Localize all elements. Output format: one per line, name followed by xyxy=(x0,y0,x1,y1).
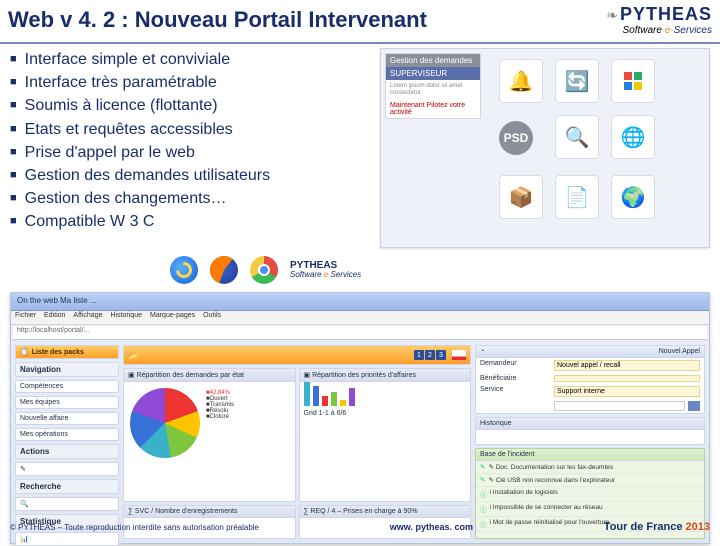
panel-header: ◔ Nouvel Appel xyxy=(476,346,704,358)
copyright: © PYTHEAS – Toute reproduction interdite… xyxy=(10,523,259,532)
sidebar-category: Actions xyxy=(15,444,119,459)
flag-fr-icon xyxy=(452,350,466,360)
note-icon: ✎ xyxy=(480,463,485,471)
card-header: ▣ Répartition des demandes par état xyxy=(124,369,295,382)
form-row: Bénéficiaire xyxy=(476,373,704,384)
panel-header: Historique xyxy=(476,418,704,430)
kb-item[interactable]: ⓘi Installation de logiciels xyxy=(476,487,704,502)
screenshot-dashboard: On the web Ma liste ... FichierEditionAf… xyxy=(10,292,710,544)
doc-icon: 📄 xyxy=(555,175,599,219)
bar-chart xyxy=(300,382,471,410)
field-service[interactable]: Support interne xyxy=(554,386,700,397)
kb-item[interactable]: ✎✎ Doc. Documentation sur les fax-deumte… xyxy=(476,461,704,474)
company-logo: ❧PYTHEAS Software e-Services xyxy=(606,4,712,36)
pie-chart xyxy=(130,388,200,458)
search-button[interactable] xyxy=(688,401,700,411)
screenshot-portal-preview: Gestion des demandes SUPERVISEUR Lorem i… xyxy=(380,48,710,248)
box-icon: 📦 xyxy=(499,175,543,219)
notice-text: Maintenant Pilotez votre activité xyxy=(386,100,480,118)
field-demandeur[interactable]: Nouvel appel / recall xyxy=(554,360,700,371)
form-row: ServiceSupport interne xyxy=(476,384,704,399)
form-row: DemandeurNouvel appel / recall xyxy=(476,358,704,373)
bell-icon: 🔔 xyxy=(499,59,543,103)
field-beneficiaire[interactable] xyxy=(554,375,700,382)
pager[interactable]: 123 xyxy=(414,350,446,360)
card-header: ▣ Répartition des priorités d'affaires xyxy=(300,369,471,382)
role-label: SUPERVISEUR xyxy=(386,67,480,80)
note-icon: ✎ xyxy=(480,476,485,484)
sidebar-item[interactable]: 📋Liste des packs xyxy=(15,345,119,359)
sidebar-category: Recherche xyxy=(15,479,119,494)
panel-title: Gestion des demandes xyxy=(386,54,480,67)
ie-icon xyxy=(170,256,198,284)
menu-bar: FichierEditionAffichageHistoriqueMarque-… xyxy=(11,311,709,325)
sidebar-item[interactable]: Compétences xyxy=(15,380,119,393)
browser-icons: PYTHEAS Software e Services xyxy=(170,256,361,284)
pytheas-small-logo: PYTHEAS Software e Services xyxy=(290,261,361,279)
sidebar-category: Navigation xyxy=(15,362,119,377)
panel-header: Base de l'incident xyxy=(476,449,704,461)
refresh-icon: 🔄 xyxy=(555,59,599,103)
text-input[interactable] xyxy=(554,401,685,411)
search-icon: 🔍 xyxy=(555,115,599,159)
event-label: Tour de France 2013 xyxy=(604,521,710,533)
sidebar-item[interactable]: 🔍 xyxy=(15,497,119,511)
website-url: www. pytheas. com xyxy=(390,522,473,532)
grid-icon xyxy=(611,59,655,103)
slide-title: Web v 4. 2 : Nouveau Portail Intervenant xyxy=(8,7,427,33)
globe-leaf-icon: 🌍 xyxy=(611,175,655,219)
info-icon: ⓘ xyxy=(480,489,487,499)
psd-badge: PSD xyxy=(499,121,533,155)
list-icon: 📋 xyxy=(20,348,29,356)
info-icon: ⓘ xyxy=(480,504,487,514)
sidebar: 📋Liste des packs Navigation Compétences … xyxy=(15,345,119,539)
sidebar-item[interactable]: ✎ xyxy=(15,462,119,476)
breadcrumb-bar: 📂 123 xyxy=(123,345,471,365)
globe-icon: 🌐 xyxy=(611,115,655,159)
sidebar-item[interactable]: Mes équipes xyxy=(15,396,119,409)
kb-item[interactable]: ✎✎ Clé USB non reconnue dans l'explorate… xyxy=(476,474,704,487)
window-title: On the web Ma liste ... xyxy=(11,293,709,311)
sidebar-item[interactable]: Mes opérations xyxy=(15,428,119,441)
firefox-icon xyxy=(210,256,238,284)
sidebar-item[interactable]: Nouvelle affaire xyxy=(15,412,119,425)
address-bar: http://localhost/portal/... xyxy=(13,326,707,340)
chrome-icon xyxy=(250,256,278,284)
pie-legend: 42,84% OuvertTransmisRésoluCloturé xyxy=(206,390,234,464)
